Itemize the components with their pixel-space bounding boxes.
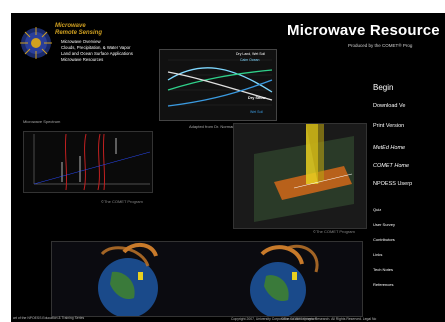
nav-download[interactable]: Download Ve bbox=[373, 103, 405, 109]
nav-references[interactable]: References bbox=[373, 282, 393, 287]
page-subtitle: Produced by the COMET® Prog bbox=[348, 43, 413, 48]
emissivity-graph-panel: Dry Land, Wet Soil Calm Ocean Dry Snow W… bbox=[159, 49, 277, 121]
nav-links[interactable]: Links bbox=[373, 252, 382, 257]
microwave-spectrum-panel bbox=[23, 131, 153, 193]
footer-right: Copyright 2007, University Corporation f… bbox=[231, 317, 377, 321]
logo-title: Microwave Remote Sensing bbox=[55, 23, 102, 36]
surface-map bbox=[254, 120, 354, 222]
nav-quiz[interactable]: Quiz bbox=[373, 207, 381, 212]
globes bbox=[98, 243, 319, 318]
nav-comet-home[interactable]: COMET Home bbox=[373, 163, 409, 169]
top-link-resources[interactable]: Microwave Resources bbox=[61, 57, 133, 63]
nav-contributors[interactable]: Contributors bbox=[373, 237, 395, 242]
logo-title-line-2: Remote Sensing bbox=[55, 29, 103, 36]
nav-tech-notes[interactable]: Tech Notes bbox=[373, 267, 393, 272]
map-copyright: ©The COMET Program bbox=[313, 229, 355, 234]
legend-wet-soil: Wet Soil bbox=[250, 110, 263, 114]
top-links: Microwave Overview Clouds, Precipitation… bbox=[61, 39, 133, 63]
legend-calm-ocean: Calm Ocean bbox=[240, 58, 260, 62]
nav-meted-home[interactable]: MetEd Home bbox=[373, 145, 405, 151]
nav-npoess[interactable]: NPOESS Userp bbox=[373, 181, 412, 187]
nav-user-survey[interactable]: User Survey bbox=[373, 222, 395, 227]
spectrum-plot bbox=[33, 133, 151, 191]
spectrum-title: Microwave Spectrum bbox=[23, 119, 61, 124]
page-canvas: Microwave Remote Sensing Microwave Overv… bbox=[11, 13, 445, 322]
nav-begin[interactable]: Begin bbox=[373, 83, 393, 92]
footer-left: art of the NPOESS Education & Training S… bbox=[13, 316, 85, 320]
globe-animation-strip bbox=[51, 241, 363, 318]
legend-dry-snow: Dry Snow bbox=[248, 96, 266, 100]
spectrum-copyright: ©The COMET Program bbox=[101, 199, 143, 204]
logo-icon bbox=[20, 27, 52, 59]
surface-map-panel bbox=[233, 120, 367, 229]
nav-print[interactable]: Print Version bbox=[373, 123, 404, 129]
legend-dry-land: Dry Land, Wet Soil bbox=[236, 52, 266, 56]
page-title: Microwave Resource bbox=[287, 22, 440, 39]
